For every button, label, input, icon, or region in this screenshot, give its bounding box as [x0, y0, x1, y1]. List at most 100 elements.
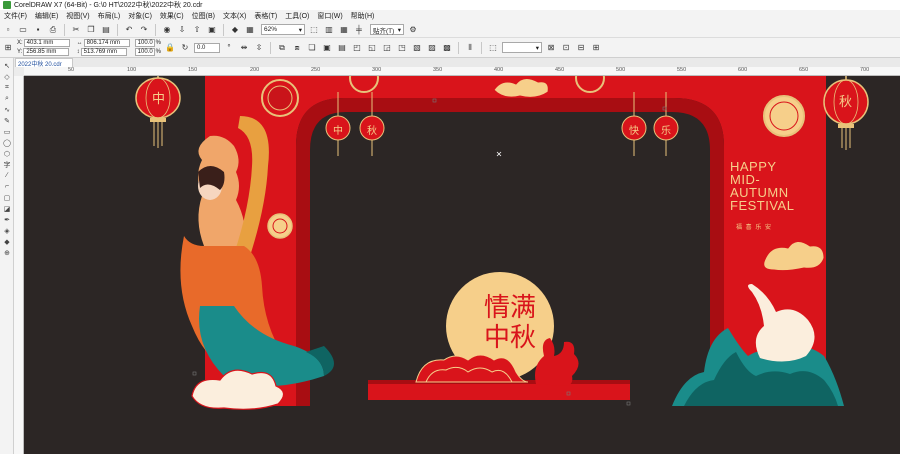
menu-tools[interactable]: 工具(O): [283, 11, 315, 21]
mirror-horizontal-icon[interactable]: ⇹: [238, 42, 250, 54]
search-content-icon[interactable]: ◉: [161, 24, 173, 36]
convert-to-curves-icon[interactable]: ⊡: [560, 42, 572, 54]
scale-width-input[interactable]: 100.0: [134, 39, 155, 47]
scale-width-value: 100.0: [137, 40, 153, 46]
publish-pdf-icon[interactable]: ▣: [206, 24, 218, 36]
show-grid-icon[interactable]: ▦: [338, 24, 350, 36]
zoom-level-select[interactable]: 62% ▾: [261, 24, 305, 35]
coreldraw-app-icon: [3, 1, 11, 9]
y-position-input[interactable]: 256.85 mm: [23, 48, 70, 56]
no-fill-icon[interactable]: ⊠: [545, 42, 557, 54]
menu-help[interactable]: 帮助(H): [349, 11, 381, 21]
menu-edit[interactable]: 编辑(E): [33, 11, 64, 21]
options-icon[interactable]: ⚙: [407, 24, 419, 36]
align-distribute-icon[interactable]: ⫴: [464, 42, 476, 54]
ungroup-all-icon[interactable]: ❏: [306, 42, 318, 54]
menu-effects[interactable]: 效果(C): [158, 11, 190, 21]
document-tab[interactable]: 2022中秋 20.cdr: [15, 58, 73, 68]
scale-height-input[interactable]: 100.0: [134, 48, 155, 56]
lantern-left-big[interactable]: [135, 76, 181, 148]
rectangle-tool-icon[interactable]: ▭: [0, 126, 14, 137]
show-guidelines-icon[interactable]: ╪: [353, 24, 365, 36]
combine-icon[interactable]: ▣: [321, 42, 333, 54]
object-height-input[interactable]: 513.769 mm: [80, 48, 127, 56]
drop-shadow-icon[interactable]: ▢: [0, 192, 14, 203]
full-screen-icon[interactable]: ⬚: [308, 24, 320, 36]
vertical-ruler[interactable]: [14, 76, 24, 454]
size-fields: ↔ 806.174 mm ↕ 513.769 mm: [77, 39, 130, 56]
paste-icon[interactable]: ▤: [100, 24, 112, 36]
position-fields: X: 403.1 mm Y: 256.85 mm: [17, 39, 70, 56]
application-launcher-icon[interactable]: ◆: [229, 24, 241, 36]
menu-text[interactable]: 文本(X): [221, 11, 252, 21]
copy-icon[interactable]: ❐: [85, 24, 97, 36]
simplify-icon[interactable]: ◳: [396, 42, 408, 54]
menu-file[interactable]: 文件(F): [2, 11, 33, 21]
quick-customize-icon[interactable]: ⊞: [590, 42, 602, 54]
menu-object[interactable]: 对象(C): [126, 11, 158, 21]
drawing-canvas[interactable]: 情满 中秋 中 秋 中 秋 快 乐 HAPPY MID- AUTUMN FEST…: [24, 76, 900, 454]
cut-icon[interactable]: ✂: [70, 24, 82, 36]
open-folder-icon[interactable]: ▭: [17, 24, 29, 36]
parallel-dimension-icon[interactable]: ∕: [0, 170, 14, 181]
weld-icon[interactable]: ◰: [351, 42, 363, 54]
group-objects-icon[interactable]: ⧉: [276, 42, 288, 54]
polygon-tool-icon[interactable]: ⬡: [0, 148, 14, 159]
menu-layout[interactable]: 布局(L): [96, 11, 127, 21]
freehand-tool-icon[interactable]: ∿: [0, 104, 14, 115]
smart-fill-icon[interactable]: ◆: [0, 236, 14, 247]
artistic-media-icon[interactable]: ✎: [0, 115, 14, 126]
ruler-tick-label: 650: [799, 67, 809, 73]
snap-to-dropdown[interactable]: 贴齐(T) ▾: [370, 24, 404, 35]
shape-tool-icon[interactable]: ◇: [0, 71, 14, 82]
undo-icon[interactable]: ↶: [123, 24, 135, 36]
ruler-tick-label: 700: [860, 67, 870, 73]
festival-greeting-text[interactable]: HAPPY MID- AUTUMN FESTIVAL: [730, 160, 794, 212]
menu-bitmaps[interactable]: 位图(B): [190, 11, 221, 21]
outline-width-select[interactable]: ▾: [502, 42, 543, 53]
menu-window[interactable]: 窗口(W): [315, 11, 348, 21]
lock-ratio-icon[interactable]: 🔒: [164, 42, 176, 54]
eyedropper-tool-icon[interactable]: ✒: [0, 214, 14, 225]
break-apart-icon[interactable]: ▤: [336, 42, 348, 54]
trim-icon[interactable]: ◱: [366, 42, 378, 54]
welcome-screen-icon[interactable]: ▦: [244, 24, 256, 36]
pick-tool-icon[interactable]: ↖: [0, 60, 14, 71]
menu-table[interactable]: 表格(T): [252, 11, 283, 21]
toolbar-divider: [223, 23, 224, 36]
horizontal-ruler[interactable]: 50 100 150 200 250 300 350 400 450 500 5…: [24, 67, 900, 76]
show-rulers-icon[interactable]: ▥: [323, 24, 335, 36]
text-tool-icon[interactable]: 字: [0, 159, 14, 170]
redo-icon[interactable]: ↷: [138, 24, 150, 36]
toolbar-divider: [270, 41, 272, 54]
crop-tool-icon[interactable]: ⌗: [0, 82, 14, 93]
zoom-tool-icon[interactable]: ⌕: [0, 93, 14, 104]
lantern-right-big[interactable]: [823, 76, 869, 150]
connector-tool-icon[interactable]: ⌐: [0, 181, 14, 192]
object-position-icon: ⊞: [4, 43, 12, 52]
object-width-input[interactable]: 806.174 mm: [83, 39, 130, 47]
export-icon[interactable]: ⇧: [191, 24, 203, 36]
center-marker-x: [496, 151, 502, 157]
import-icon[interactable]: ⇩: [176, 24, 188, 36]
interactive-fill-icon[interactable]: ◈: [0, 225, 14, 236]
print-icon[interactable]: ⎙: [47, 24, 59, 36]
new-document-icon[interactable]: ▫: [2, 24, 14, 36]
wrap-text-icon[interactable]: ⊟: [575, 42, 587, 54]
back-minus-front-icon[interactable]: ▨: [426, 42, 438, 54]
x-position-input[interactable]: 403.1 mm: [23, 39, 70, 47]
intersect-icon[interactable]: ◲: [381, 42, 393, 54]
mirror-vertical-icon[interactable]: ⇳: [253, 42, 265, 54]
save-icon[interactable]: ▪: [32, 24, 44, 36]
ungroup-objects-icon[interactable]: ⧈: [291, 42, 303, 54]
create-boundary-icon[interactable]: ▩: [441, 42, 453, 54]
create-boundary-icon[interactable]: ⬚: [487, 42, 499, 54]
front-minus-back-icon[interactable]: ▧: [411, 42, 423, 54]
menu-view[interactable]: 视图(V): [64, 11, 95, 21]
add-tool-icon[interactable]: ⊕: [0, 247, 14, 258]
stage-platform[interactable]: [368, 380, 630, 400]
ruler-origin-corner[interactable]: [14, 67, 24, 76]
ellipse-tool-icon[interactable]: ◯: [0, 137, 14, 148]
transparency-tool-icon[interactable]: ◪: [0, 203, 14, 214]
rotation-angle-input[interactable]: 0.0: [194, 42, 221, 53]
